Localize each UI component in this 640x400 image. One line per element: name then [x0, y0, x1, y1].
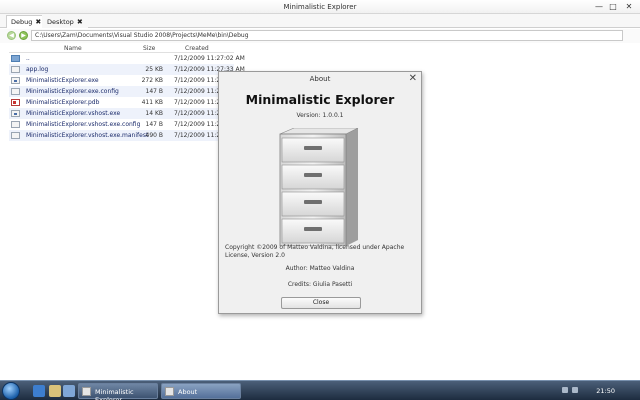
- address-bar: ◀ ▶ C:\Users\Zam\Documents\Visual Studio…: [0, 29, 640, 43]
- file-size: 490 B: [145, 132, 163, 139]
- file-row[interactable]: MinimalisticExplorer.vshost.exe.manifest…: [9, 130, 234, 141]
- copyright-text: Copyright ©2009 of Matteo Valdina, licen…: [225, 244, 405, 259]
- network-icon[interactable]: [562, 387, 568, 393]
- tab-label: Desktop: [47, 18, 74, 26]
- file-name: MinimalisticExplorer.pdb: [26, 99, 100, 106]
- file-row[interactable]: .. 7/12/2009 11:27:02 AM: [9, 53, 245, 64]
- file-row[interactable]: MinimalisticExplorer.exe 272 KB 7/12/200…: [9, 75, 234, 86]
- file-row[interactable]: app.log 25 KB 7/12/2009 11:27:33 AM: [9, 64, 245, 75]
- ie-icon[interactable]: [33, 385, 45, 397]
- file-size: 14 KB: [145, 110, 163, 117]
- forward-button[interactable]: ▶: [19, 31, 28, 40]
- config-file-icon: [11, 121, 20, 128]
- back-button[interactable]: ◀: [7, 31, 16, 40]
- tab-strip: Debug ✖ Desktop ✖: [0, 14, 640, 28]
- app-name: Minimalistic Explorer: [245, 92, 395, 107]
- path-field[interactable]: C:\Users\Zam\Documents\Visual Studio 200…: [31, 30, 623, 41]
- file-cabinet-icon: [279, 128, 359, 246]
- app-icon: [165, 387, 174, 396]
- app-version: Version: 1.0.0.1: [296, 112, 344, 119]
- file-row[interactable]: MinimalisticExplorer.exe.config 147 B 7/…: [9, 86, 234, 97]
- file-size: 147 B: [145, 88, 163, 95]
- file-name: MinimalisticExplorer.vshost.exe.config: [26, 121, 141, 128]
- dialog-close-icon[interactable]: ✕: [409, 73, 417, 84]
- file-size: 25 KB: [145, 66, 163, 73]
- file-list: Name Size Created .. 7/12/2009 11:27:02 …: [9, 44, 245, 141]
- file-size: 411 KB: [141, 99, 163, 106]
- desktop-icon[interactable]: [63, 385, 75, 397]
- pdb-file-icon: [11, 99, 20, 106]
- window-title: Minimalistic Explorer: [283, 3, 357, 11]
- file-name: MinimalisticExplorer.vshost.exe: [26, 110, 121, 117]
- taskbar-item-explorer[interactable]: Minimalistic Explorer: [78, 383, 158, 400]
- column-header-size[interactable]: Size: [143, 45, 155, 52]
- file-name: MinimalisticExplorer.exe: [26, 77, 99, 84]
- folder-icon: [11, 55, 20, 62]
- file-row[interactable]: MinimalisticExplorer.pdb 411 KB 7/12/200…: [9, 97, 234, 108]
- maximize-button[interactable]: □: [608, 2, 618, 12]
- file-name: MinimalisticExplorer.exe.config: [26, 88, 119, 95]
- tab-desktop[interactable]: Desktop ✖: [42, 15, 88, 28]
- file-size: 272 KB: [141, 77, 163, 84]
- close-window-button[interactable]: ✕: [624, 2, 634, 12]
- tab-debug[interactable]: Debug ✖: [6, 15, 47, 28]
- file-row[interactable]: MinimalisticExplorer.vshost.exe.config 1…: [9, 119, 234, 130]
- minimize-button[interactable]: —: [594, 2, 604, 12]
- author-text: Author: Matteo Valdina: [285, 265, 355, 272]
- exe-file-icon: [11, 77, 20, 84]
- column-header-created[interactable]: Created: [185, 45, 209, 52]
- file-name: MinimalisticExplorer.vshost.exe.manifest: [26, 132, 149, 139]
- manifest-file-icon: [11, 132, 20, 139]
- file-name: app.log: [26, 66, 49, 73]
- volume-icon[interactable]: [572, 387, 578, 393]
- folder-icon[interactable]: [49, 385, 61, 397]
- file-created: 7/12/2009 11:27:02 AM: [174, 55, 245, 62]
- tab-label: Debug: [11, 18, 33, 26]
- taskbar-item-about[interactable]: About: [161, 383, 241, 399]
- file-name: ..: [26, 55, 30, 62]
- file-size: 147 B: [145, 121, 163, 128]
- taskbar-item-label: Minimalistic Explorer: [95, 388, 134, 400]
- about-dialog: About ✕ Minimalistic Explorer Version: 1…: [218, 71, 422, 314]
- log-file-icon: [11, 66, 20, 73]
- config-file-icon: [11, 88, 20, 95]
- taskbar: Minimalistic Explorer About 21:50: [0, 380, 640, 400]
- start-button[interactable]: [2, 382, 20, 400]
- taskbar-item-label: About: [178, 388, 198, 396]
- tab-close-icon[interactable]: ✖: [77, 18, 83, 26]
- tab-close-icon[interactable]: ✖: [35, 18, 41, 26]
- file-row[interactable]: MinimalisticExplorer.vshost.exe 14 KB 7/…: [9, 108, 234, 119]
- file-list-header: Name Size Created: [9, 44, 234, 53]
- app-icon: [82, 387, 91, 396]
- exe-file-icon: [11, 110, 20, 117]
- column-header-name[interactable]: Name: [64, 45, 82, 52]
- dialog-title: About: [309, 75, 331, 83]
- credits-text: Credits: Giulia Pasetti: [287, 281, 353, 288]
- clock[interactable]: 21:50: [596, 387, 615, 395]
- window-titlebar: Minimalistic Explorer — □ ✕: [0, 0, 640, 14]
- close-button[interactable]: Close: [281, 297, 361, 309]
